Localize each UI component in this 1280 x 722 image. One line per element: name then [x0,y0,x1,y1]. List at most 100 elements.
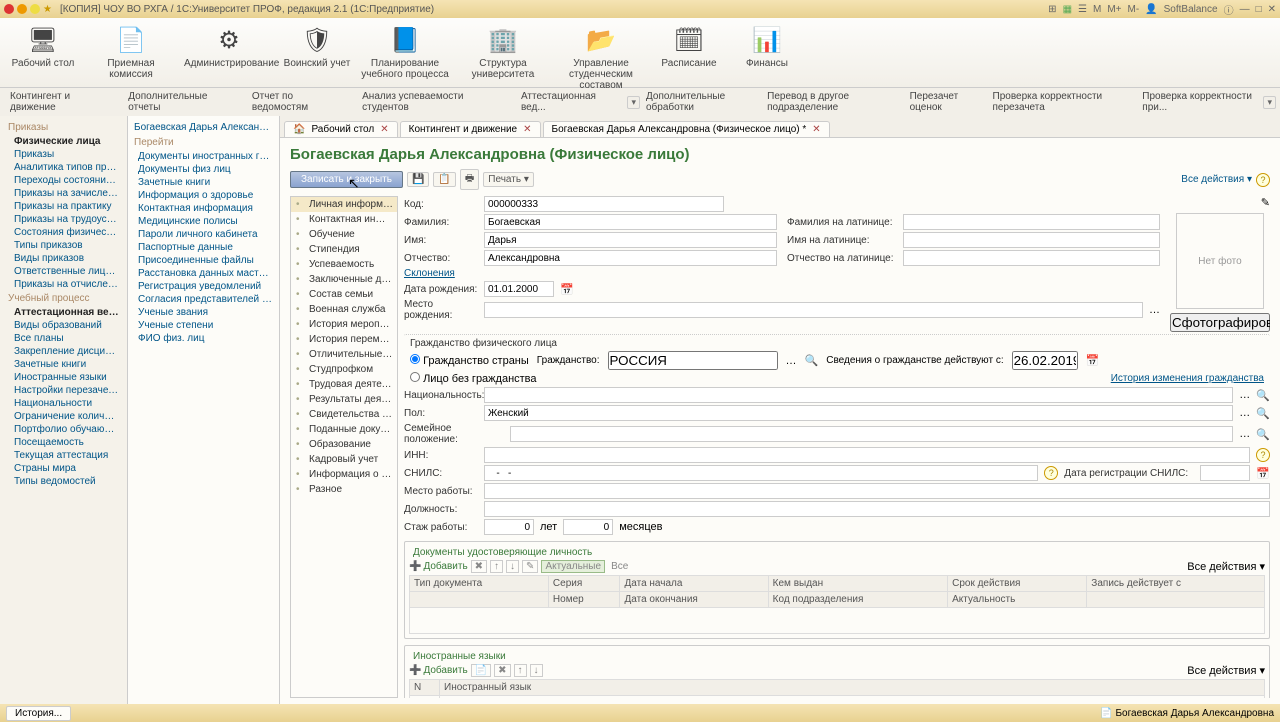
close-icon[interactable]: ✕ [812,124,820,135]
ribbon-link[interactable]: Аттестационная вед... [515,87,625,117]
ribbon-link[interactable]: Отчет по ведомостям [246,87,354,117]
toolbar-item-3[interactable]: 🛡Воинский учет [282,22,352,69]
center-link[interactable]: Паспортные данные [134,241,273,254]
patronymic-field[interactable] [484,250,777,266]
toolbar-item-2[interactable]: ⚙Администрирование [184,22,274,69]
all-filter[interactable]: Все [608,561,631,572]
doc-sidebar-item[interactable]: История мероприятий [291,317,397,332]
nav-item[interactable]: Приказы на практику [0,200,127,213]
nav-item[interactable]: Виды приказов [0,252,127,265]
family-field[interactable] [510,426,1233,442]
nav-item[interactable]: Ограничение количества ... [0,410,127,423]
calc-icon[interactable]: ☰ [1078,4,1087,15]
doc-sidebar-item[interactable]: История перемещений [291,332,397,347]
doc-sidebar-item[interactable]: Военная служба [291,302,397,317]
ribbon-link[interactable]: Дополнительные обработки [640,87,759,117]
ribbon-link[interactable]: Контингент и движение [4,87,120,117]
citizenship-field[interactable] [608,351,778,370]
doc-tab-2[interactable]: Богаевская Дарья Александровна (Физическ… [543,121,830,137]
ribbon-link[interactable]: Перевод в другое подразделение [761,87,901,117]
copy-icon[interactable]: 📋 [433,172,455,187]
center-link[interactable]: Согласия представителей объектов [134,293,273,306]
nav-item[interactable]: Состояния физических лиц [0,226,127,239]
center-link[interactable]: Ученые звания [134,306,273,319]
months-field[interactable] [563,519,613,535]
doc-sidebar-item[interactable]: Разное [291,482,397,497]
add-lang-button[interactable]: ➕ Добавить [409,665,468,676]
doc-sidebar-item[interactable]: Образование [291,437,397,452]
sex-field[interactable] [484,405,1233,421]
doc-sidebar-item[interactable]: Кадровый учет [291,452,397,467]
center-link[interactable]: Расстановка данных мастера спис... [134,267,273,280]
name-lat-field[interactable] [903,232,1160,248]
toolbar-item-0[interactable]: 🖥Рабочий стол [8,22,78,69]
years-field[interactable] [484,519,534,535]
close-icon[interactable]: ✕ [380,124,388,135]
ribbon-more[interactable]: ▾ [627,96,640,109]
nav-item[interactable]: Аналитика типов приказа [0,161,127,174]
ribbon-link[interactable]: Проверка корректности при... [1136,87,1261,117]
position-field[interactable] [484,501,1270,517]
nav-item[interactable]: Зачетные книги [0,358,127,371]
toolbar-item-1[interactable]: 📄Приемная комиссия [86,22,176,80]
doc-sidebar-item[interactable]: Контактная информация [291,212,397,227]
toolbar-item-6[interactable]: 📂Управление студенческим составом [556,22,646,91]
nav-item[interactable]: Аттестационная ведо... [0,306,127,319]
nav-item[interactable]: Приказы на трудоустройс... [0,213,127,226]
nav-item[interactable]: Все планы [0,332,127,345]
doc-sidebar-item[interactable]: Заключенные договоры [291,272,397,287]
calendar-icon[interactable]: 📅 [1086,354,1100,367]
center-link[interactable]: Контактная информация [134,202,273,215]
photo-edit-icon[interactable]: ✎ [1261,196,1270,209]
center-link[interactable]: Документы иностранных граждан [134,150,273,163]
close-icon[interactable]: ✕ [523,124,531,135]
help-icon[interactable]: ? [1256,173,1270,187]
inn-field[interactable] [484,447,1250,463]
nav-item[interactable]: Посещаемость [0,436,127,449]
grid-icon[interactable]: ⊞ [1048,4,1056,15]
citizenship-date-field[interactable] [1012,351,1078,370]
take-photo-button[interactable]: Сфотографировать [1170,313,1270,332]
ribbon-link[interactable]: Проверка корректности перезачета [987,87,1135,117]
ribbon-link[interactable]: Перезачет оценок [904,87,985,117]
ribbon-link[interactable]: Анализ успеваемости студентов [356,87,513,117]
nav-item[interactable]: Портфолио обучающихся [0,423,127,436]
actual-filter[interactable]: Актуальные [541,560,605,573]
center-link[interactable]: Присоединенные файлы [134,254,273,267]
doc-tab-0[interactable]: 🏠Рабочий стол✕ [284,121,398,137]
pob-field[interactable] [484,302,1143,318]
doc-sidebar-item[interactable]: Поданные документы [291,422,397,437]
nav-item[interactable]: Приказы на зачисление [0,187,127,200]
nav-item[interactable]: Ответственные лица прик... [0,265,127,278]
maximize-icon[interactable]: □ [1256,4,1262,15]
surname-field[interactable] [484,214,777,230]
doc-sidebar-item[interactable]: Отличительные признаки [291,347,397,362]
center-link[interactable]: Информация о здоровье [134,189,273,202]
info-icon[interactable]: ⓘ [1224,2,1234,17]
center-title[interactable]: Богаевская Дарья Александро... [134,120,273,135]
nav-item[interactable]: Приказы [0,148,127,161]
declension-link[interactable]: Склонения [404,268,455,279]
work-field[interactable] [484,483,1270,499]
citizenship-history-link[interactable]: История изменения гражданства [1111,373,1264,384]
print-icon[interactable]: 🖶 [460,169,479,190]
nav-item[interactable]: Закрепление дисциплин з... [0,345,127,358]
doc-sidebar-item[interactable]: Информация о здоровье [291,467,397,482]
history-button[interactable]: История... [6,706,71,721]
surname-lat-field[interactable] [903,214,1160,230]
close-icon[interactable]: ✕ [1268,4,1276,15]
nav-item[interactable]: Типы приказов [0,239,127,252]
nav-item[interactable]: Страны мира [0,462,127,475]
code-field[interactable] [484,196,724,212]
name-field[interactable] [484,232,777,248]
doc-sidebar-item[interactable]: Личная информация [291,197,397,212]
nav-item[interactable]: Текущая аттестация [0,449,127,462]
center-link[interactable]: Зачетные книги [134,176,273,189]
center-link[interactable]: Медицинские полисы [134,215,273,228]
minimize-icon[interactable]: — [1240,4,1250,15]
calendar-icon[interactable]: 📅 [560,283,574,296]
nav-item[interactable]: Физические лица [0,135,127,148]
save-icon[interactable]: 💾 [407,172,429,187]
patr-lat-field[interactable] [903,250,1160,266]
center-link[interactable]: Ученые степени [134,319,273,332]
